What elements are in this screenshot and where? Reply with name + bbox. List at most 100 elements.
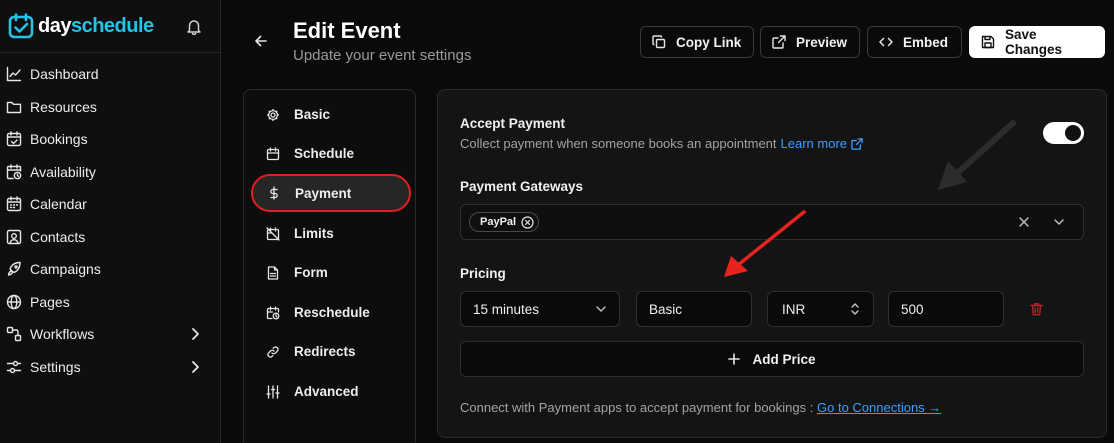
- external-link-icon[interactable]: [851, 137, 863, 150]
- go-to-connections-link[interactable]: Go to Connections →: [817, 400, 941, 415]
- gateway-chip: PayPal: [469, 212, 540, 232]
- calendar-icon: [266, 146, 280, 161]
- brand-name: dayschedule: [38, 14, 154, 37]
- chevron-down-icon[interactable]: [1053, 217, 1065, 227]
- event-settings-nav: Basic Schedule Payment Limits Form Resch…: [243, 89, 416, 443]
- sidebar-item-bookings[interactable]: Bookings: [0, 123, 220, 156]
- chevron-right-icon[interactable]: [190, 327, 200, 341]
- connect-text: Connect with Payment apps to accept paym…: [460, 400, 814, 415]
- gateway-chip-label: PayPal: [480, 216, 517, 228]
- embed-label: Embed: [903, 34, 949, 50]
- rocket-icon: [6, 261, 22, 277]
- preview-button[interactable]: Preview: [760, 26, 860, 58]
- payment-gateways-label: Payment Gateways: [460, 179, 584, 194]
- sidebar-item-label: Settings: [30, 358, 81, 375]
- add-price-button[interactable]: Add Price: [460, 341, 1084, 377]
- workflow-icon: [6, 326, 22, 342]
- calendar-check-icon: [6, 131, 22, 147]
- sidebar-item-label: Contacts: [30, 228, 86, 245]
- tab-form[interactable]: Form: [266, 265, 328, 280]
- tab-payment[interactable]: Payment: [251, 174, 411, 212]
- sidebar-item-calendar[interactable]: Calendar: [0, 188, 220, 221]
- tab-label: Payment: [295, 185, 352, 201]
- sidebar-item-campaigns[interactable]: Campaigns: [0, 253, 220, 286]
- globe-icon: [6, 294, 22, 310]
- calendar-clock-icon: [266, 305, 280, 320]
- payment-settings-panel: Accept Payment Collect payment when some…: [437, 89, 1107, 438]
- sidebar-item-label: Bookings: [30, 131, 88, 148]
- add-price-label: Add Price: [752, 351, 816, 367]
- sidebar-item-workflows[interactable]: Workflows: [0, 318, 220, 351]
- learn-more-link[interactable]: Learn more: [781, 136, 847, 151]
- tab-limits[interactable]: Limits: [266, 226, 334, 241]
- sidebar-item-pages[interactable]: Pages: [0, 286, 220, 319]
- code-icon: [879, 35, 893, 49]
- duration-select[interactable]: 15 minutes: [460, 291, 620, 327]
- contact-icon: [6, 229, 22, 245]
- plus-icon: [728, 353, 741, 365]
- accept-payment-toggle[interactable]: [1043, 122, 1084, 144]
- tab-redirects[interactable]: Redirects: [266, 344, 356, 359]
- tab-label: Reschedule: [294, 305, 370, 320]
- accept-payment-description: Collect payment when someone books an ap…: [460, 136, 863, 151]
- currency-value: INR: [782, 301, 806, 317]
- sidebar-item-label: Workflows: [30, 326, 95, 343]
- pricing-label: Pricing: [460, 266, 506, 281]
- copy-link-label: Copy Link: [676, 34, 742, 50]
- copy-link-button[interactable]: Copy Link: [640, 26, 754, 58]
- calendar-clock-icon: [6, 164, 22, 180]
- app-sidebar: dayschedule Dashboard Resources Bookings…: [0, 0, 221, 443]
- sidebar-item-contacts[interactable]: Contacts: [0, 221, 220, 254]
- save-changes-label: Save Changes: [1005, 27, 1063, 57]
- sidebar-item-label: Resources: [30, 98, 97, 115]
- clear-icon[interactable]: [1018, 216, 1030, 228]
- sidebar-item-label: Dashboard: [30, 66, 99, 83]
- sidebar-item-label: Pages: [30, 293, 70, 310]
- sidebar-item-label: Campaigns: [30, 261, 101, 278]
- trash-icon[interactable]: [1030, 302, 1043, 316]
- back-arrow-icon[interactable]: [254, 34, 268, 48]
- tab-label: Redirects: [294, 344, 356, 359]
- accept-payment-desc-text: Collect payment when someone books an ap…: [460, 136, 777, 151]
- tab-label: Form: [294, 265, 328, 280]
- tab-advanced[interactable]: Advanced: [266, 384, 359, 399]
- sidebar-item-resources[interactable]: Resources: [0, 91, 220, 124]
- currency-select[interactable]: INR: [767, 291, 874, 327]
- brand-row: dayschedule: [0, 0, 220, 53]
- price-name-input[interactable]: Basic: [636, 291, 752, 327]
- link-icon: [266, 345, 280, 359]
- calendar-icon: [6, 196, 22, 212]
- brand-logo[interactable]: dayschedule: [8, 13, 154, 39]
- payment-gateways-select[interactable]: PayPal: [460, 204, 1084, 240]
- tab-label: Limits: [294, 226, 334, 241]
- sliders-vertical-icon: [266, 384, 280, 399]
- external-link-icon: [772, 35, 786, 49]
- bell-icon[interactable]: [186, 18, 202, 35]
- page-subtitle: Update your event settings: [293, 47, 472, 64]
- calendar-logo-icon: [8, 13, 34, 39]
- copy-icon: [652, 35, 666, 49]
- calendar-off-icon: [266, 226, 280, 241]
- tab-reschedule[interactable]: Reschedule: [266, 305, 370, 320]
- sidebar-item-label: Calendar: [30, 196, 87, 213]
- sidebar-item-dashboard[interactable]: Dashboard: [0, 58, 220, 91]
- save-changes-button[interactable]: Save Changes: [969, 26, 1105, 58]
- chevron-right-icon[interactable]: [190, 360, 200, 374]
- preview-label: Preview: [796, 34, 848, 50]
- duration-value: 15 minutes: [473, 301, 540, 317]
- remove-circle-icon[interactable]: [521, 215, 534, 229]
- dollar-icon: [267, 186, 281, 200]
- tab-basic[interactable]: Basic: [266, 107, 330, 122]
- save-icon: [981, 35, 995, 49]
- price-amount-value: 500: [901, 301, 924, 317]
- sidebar-item-availability[interactable]: Availability: [0, 156, 220, 189]
- sidebar-item-settings[interactable]: Settings: [0, 351, 220, 384]
- folder-icon: [6, 99, 22, 115]
- price-name-value: Basic: [649, 301, 683, 317]
- gear-icon: [266, 108, 280, 122]
- price-amount-input[interactable]: 500: [888, 291, 1004, 327]
- chevron-down-icon: [595, 304, 607, 314]
- tab-schedule[interactable]: Schedule: [266, 146, 354, 161]
- accept-payment-title: Accept Payment: [460, 116, 566, 131]
- embed-button[interactable]: Embed: [867, 26, 962, 58]
